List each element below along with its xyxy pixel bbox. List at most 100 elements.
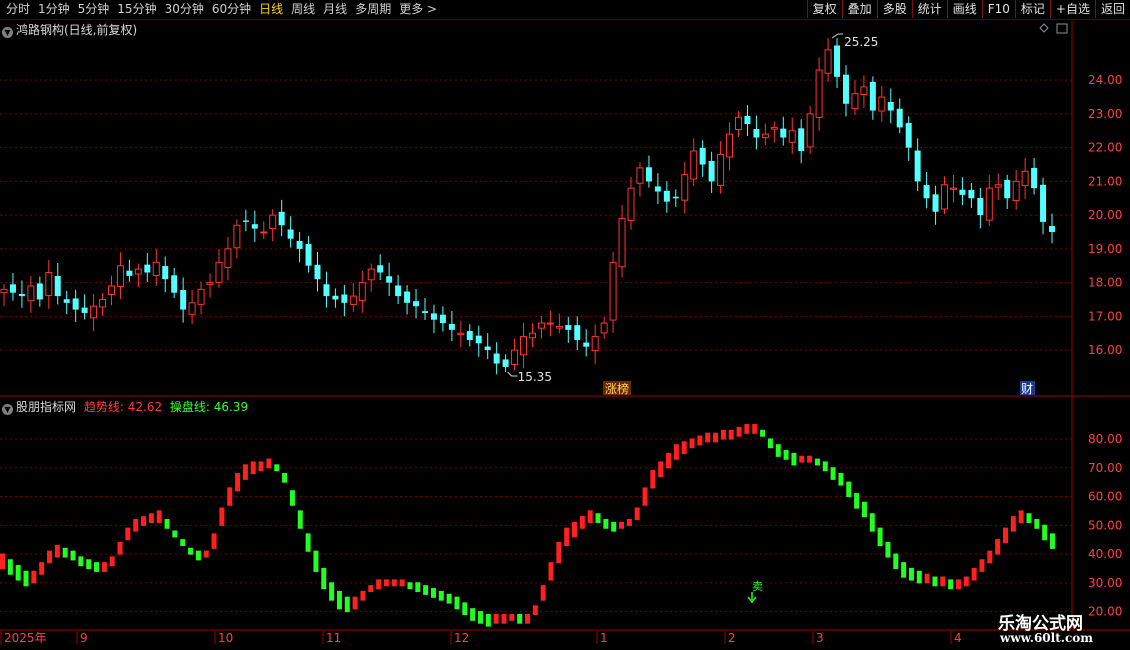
price-tick-label: 22.00 [1088,141,1122,155]
candle-body-down [574,325,581,340]
indicator-bar [39,562,45,575]
high-label: 25.25 [844,35,878,49]
candle-body-up [215,261,223,283]
candle-body-down [493,353,500,364]
indicator-bar [258,461,264,472]
candle-body-up [1012,180,1020,202]
candle-body-down [72,298,79,310]
indicator-bar [1018,510,1024,524]
indicator-bar [352,596,358,610]
indicator-bar [203,550,209,558]
indicator-bar [383,579,389,587]
indicator-bar [932,576,938,587]
indicator-bar [963,576,969,587]
indicator-bar [869,513,875,532]
indicator-bar [955,579,961,590]
indicator-bar [344,596,350,613]
candle-body-down [654,186,661,192]
indicator-bar [54,544,60,558]
candle-body-up [197,288,205,305]
indicator-bar [101,562,107,572]
indicator-bar [219,507,225,526]
time-label: 4 [954,631,962,645]
candle-body-up [690,150,698,180]
indicator-bar [470,608,476,621]
price-tick-label: 24.00 [1088,73,1122,87]
candle-body-down [744,115,751,125]
diamond-icon [1039,23,1049,33]
time-label: 10 [218,631,233,645]
candle-body-up [555,325,563,329]
indicator-tick-label: 40.00 [1088,547,1122,561]
candle-body-down [9,284,16,293]
indicator-bar [133,518,139,532]
indicator-bar [360,590,366,601]
indicator-bar [188,547,194,555]
candle-body-down [1040,184,1047,222]
indicator-bar [572,521,578,538]
candle-body-up [681,174,689,201]
indicator-bar [916,570,922,584]
indicator-bar [399,579,405,587]
candle-body-down [377,265,384,273]
candle-body-up [224,248,232,268]
time-label: 2 [728,631,736,645]
indicator-bar [446,593,452,604]
candle-body-down [287,229,294,239]
candle-body-up [457,332,465,336]
indicator-bar [603,518,609,529]
indicator-tick-label: 20.00 [1088,605,1122,619]
candle-body-up [260,231,268,234]
price-tick-label: 21.00 [1088,174,1122,188]
indicator-bar [901,562,907,578]
indicator-bar [313,550,319,572]
candle-body-down [81,307,88,313]
candle-body-up [107,285,115,295]
candle-body-up [99,298,107,308]
candle-body-down [323,284,330,297]
indicator-bar [587,510,593,524]
indicator-bar [227,487,233,506]
candle-body-up [734,116,742,130]
indicator-bar [814,458,820,466]
indicator-bar [1010,516,1016,532]
indicator-bar [877,527,883,547]
indicator-bar [109,556,115,567]
candle-body-up [206,282,214,285]
low-pointer [507,371,518,377]
indicator-bar [697,435,703,446]
indicator-bar [289,490,295,506]
indicator-bar [689,438,695,449]
indicator-bar [1034,518,1040,529]
price-tick-label: 18.00 [1088,276,1122,290]
time-label: 11 [326,631,341,645]
indicator-bar [681,441,687,454]
candle-body-down [413,301,420,307]
candle-body-down [332,295,339,300]
candle-body-up [806,113,814,148]
candle-body-up [994,184,1002,188]
candle-body-up [511,349,519,366]
candle-body-down [180,290,187,310]
candle-body-down [404,291,411,303]
indicator-bar [391,579,397,587]
indicator-bar [666,452,672,469]
indicator-bar [564,527,570,547]
indicator-bar [297,510,303,529]
candle-body-down [708,160,715,182]
chart-canvas[interactable]: 16.00 17.00 18.00 19.00 20.00 21.00 22.00 23.00… [0,0,1130,650]
candle-body-down [144,264,151,273]
indicator-bar [548,562,554,581]
candle-body-up [770,126,778,130]
indicator-bar [861,501,867,518]
price-tick-label: 17.00 [1088,309,1122,323]
candle-body-down [395,285,402,297]
indicator-bar [31,570,37,584]
indicator-bar [282,472,288,483]
candle-body-down [484,346,491,351]
indicator-bar [485,613,491,627]
indicator-bar [532,605,538,616]
indicator-bar [830,467,836,480]
price-tick-label: 16.00 [1088,343,1122,357]
candle-body-down [171,275,178,293]
